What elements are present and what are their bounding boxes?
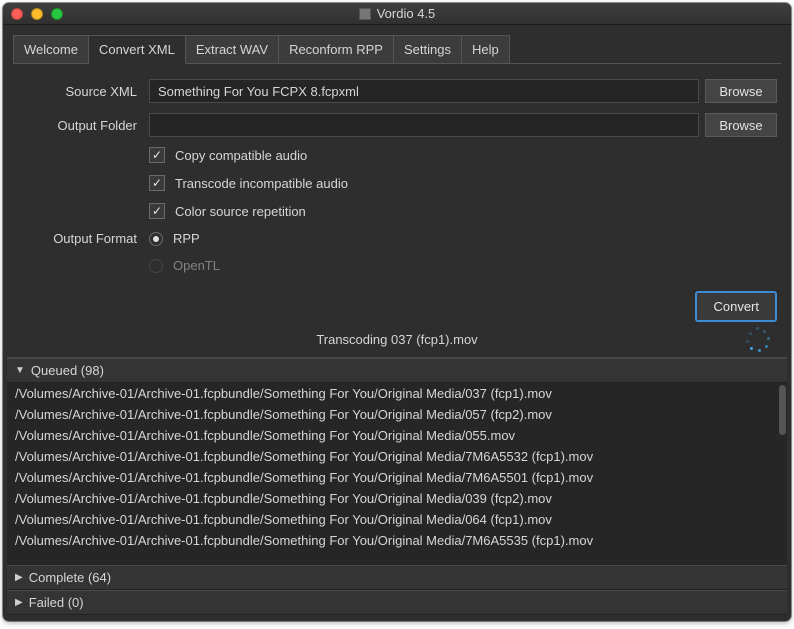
transcode-audio-checkbox[interactable]: ✓ xyxy=(149,175,165,191)
opentl-radio-label: OpenTL xyxy=(173,258,220,273)
tabbar: Welcome Convert XML Extract WAV Reconfor… xyxy=(3,25,791,64)
disclosure-right-icon: ▶ xyxy=(15,597,23,608)
window-title: Vordio 4.5 xyxy=(3,6,791,21)
window-title-text: Vordio 4.5 xyxy=(377,6,436,21)
scrollbar-thumb[interactable] xyxy=(779,385,786,435)
tab-settings[interactable]: Settings xyxy=(394,35,462,64)
status-text: Transcoding 037 (fcp1).mov xyxy=(316,332,477,347)
tab-convert-xml[interactable]: Convert XML xyxy=(89,35,186,64)
output-folder-input[interactable] xyxy=(149,113,699,137)
rpp-radio[interactable] xyxy=(149,232,163,246)
app-window: Vordio 4.5 Welcome Convert XML Extract W… xyxy=(3,3,791,621)
tab-reconform-rpp[interactable]: Reconform RPP xyxy=(279,35,394,64)
source-xml-label: Source XML xyxy=(17,84,149,99)
tab-help[interactable]: Help xyxy=(462,35,510,64)
spinner-icon xyxy=(745,327,771,353)
color-repetition-label: Color source repetition xyxy=(175,204,306,219)
close-icon[interactable] xyxy=(11,8,23,20)
tab-extract-wav[interactable]: Extract WAV xyxy=(186,35,279,64)
failed-section-label: Failed (0) xyxy=(29,595,84,610)
list-item[interactable]: /Volumes/Archive-01/Archive-01.fcpbundle… xyxy=(7,404,787,425)
progress-lists: ▼ Queued (98) /Volumes/Archive-01/Archiv… xyxy=(7,357,787,615)
list-item[interactable]: /Volumes/Archive-01/Archive-01.fcpbundle… xyxy=(7,383,787,404)
app-icon xyxy=(359,8,371,20)
browse-output-button[interactable]: Browse xyxy=(705,113,777,137)
browse-source-button[interactable]: Browse xyxy=(705,79,777,103)
list-item[interactable]: /Volumes/Archive-01/Archive-01.fcpbundle… xyxy=(7,488,787,509)
list-item[interactable]: /Volumes/Archive-01/Archive-01.fcpbundle… xyxy=(7,467,787,488)
complete-section-header[interactable]: ▶ Complete (64) xyxy=(7,565,787,590)
color-repetition-checkbox[interactable]: ✓ xyxy=(149,203,165,219)
titlebar[interactable]: Vordio 4.5 xyxy=(3,3,791,25)
convert-button[interactable]: Convert xyxy=(695,291,777,322)
output-folder-label: Output Folder xyxy=(17,118,149,133)
disclosure-down-icon: ▼ xyxy=(15,365,25,376)
queued-section-label: Queued (98) xyxy=(31,363,104,378)
tab-welcome[interactable]: Welcome xyxy=(13,35,89,64)
complete-section-label: Complete (64) xyxy=(29,570,111,585)
queued-section-header[interactable]: ▼ Queued (98) xyxy=(7,358,787,383)
list-item[interactable]: /Volumes/Archive-01/Archive-01.fcpbundle… xyxy=(7,530,787,551)
minimize-icon[interactable] xyxy=(31,8,43,20)
source-xml-input[interactable]: Something For You FCPX 8.fcpxml xyxy=(149,79,699,103)
list-item[interactable]: /Volumes/Archive-01/Archive-01.fcpbundle… xyxy=(7,509,787,530)
window-controls xyxy=(11,8,63,20)
form-area: Source XML Something For You FCPX 8.fcpx… xyxy=(3,65,791,291)
failed-section-header[interactable]: ▶ Failed (0) xyxy=(7,590,787,615)
transcode-audio-label: Transcode incompatible audio xyxy=(175,176,348,191)
list-item[interactable]: /Volumes/Archive-01/Archive-01.fcpbundle… xyxy=(7,425,787,446)
opentl-radio[interactable] xyxy=(149,259,163,273)
copy-audio-checkbox[interactable]: ✓ xyxy=(149,147,165,163)
zoom-icon[interactable] xyxy=(51,8,63,20)
rpp-radio-label: RPP xyxy=(173,231,200,246)
disclosure-right-icon: ▶ xyxy=(15,572,23,583)
queued-file-list[interactable]: /Volumes/Archive-01/Archive-01.fcpbundle… xyxy=(7,383,787,565)
list-item[interactable]: /Volumes/Archive-01/Archive-01.fcpbundle… xyxy=(7,446,787,467)
output-format-label: Output Format xyxy=(17,231,149,246)
copy-audio-label: Copy compatible audio xyxy=(175,148,307,163)
